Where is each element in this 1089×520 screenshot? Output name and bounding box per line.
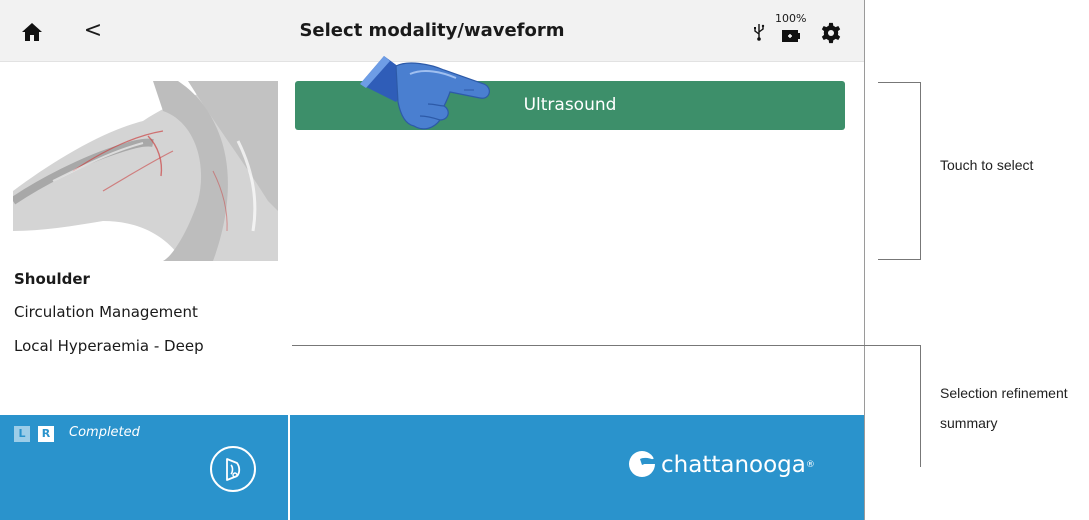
battery-icon [782,30,800,42]
battery-percent: 100% [775,12,807,25]
page-title: Select modality/waveform [299,20,565,41]
status-text: Completed [69,425,140,440]
summary-body-part: Shoulder [14,270,90,288]
select-region-bracket [878,82,921,260]
callout-selection-summary: Selection refinement summary [940,385,1068,431]
top-bar: < Select modality/waveform 100% [0,0,864,62]
side-left-toggle[interactable]: L [14,426,30,442]
ultrasound-modality-icon[interactable] [209,445,257,493]
device-screen: < Select modality/waveform 100% Shoulder… [0,0,865,520]
gear-icon[interactable] [820,22,842,44]
side-right-toggle[interactable]: R [38,426,54,442]
summary-protocol: Local Hyperaemia - Deep [14,337,204,355]
summary-leader-line-vertical [920,345,921,467]
usb-icon [754,24,765,41]
home-icon[interactable] [20,20,44,44]
callout-touch-to-select: Touch to select [940,157,1034,173]
shoulder-anatomy-image [13,81,278,261]
ultrasound-option-button[interactable]: Ultrasound [295,81,845,130]
summary-category: Circulation Management [14,303,198,321]
back-chevron-icon[interactable]: < [82,16,104,46]
brand-name: chattanooga® [661,452,815,478]
chattanooga-logo-icon [629,451,656,477]
summary-leader-line [292,345,921,346]
